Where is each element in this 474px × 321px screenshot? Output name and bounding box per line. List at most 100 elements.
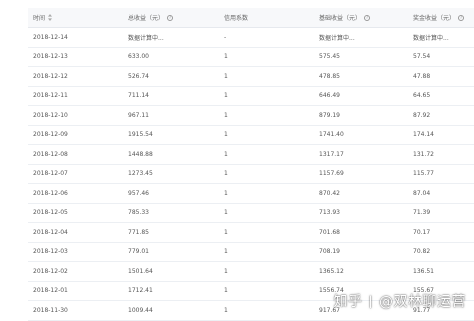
- cell-base: 数据计算中...: [319, 34, 355, 42]
- cell-base: 1741.40: [319, 131, 344, 139]
- info-icon[interactable]: ?: [364, 14, 371, 21]
- cell-total: 957.46: [128, 189, 149, 197]
- watermark-site: 知乎: [333, 294, 363, 310]
- cell-date: 2018-12-13: [33, 53, 68, 61]
- cell-credit: 1: [224, 131, 228, 139]
- cell-total: 1501.64: [128, 267, 153, 275]
- table-row: 2018-12-13 633.00 1 575.45 57.54: [28, 48, 474, 67]
- table-row: 2018-12-05 785.33 1 713.93 71.39: [28, 204, 474, 223]
- cell-total: 526.74: [128, 72, 149, 80]
- cell-credit: -: [224, 33, 227, 41]
- cell-bonus: 71.39: [413, 209, 431, 217]
- cell-date: 2018-12-05: [33, 209, 68, 217]
- cell-total: 785.33: [128, 209, 149, 217]
- cell-date: 2018-12-07: [33, 170, 68, 178]
- cell-total: 711.14: [128, 92, 149, 100]
- cell-credit: 1: [224, 248, 228, 256]
- cell-bonus: 70.17: [413, 228, 431, 236]
- header-credit-label: 信用系数: [224, 15, 249, 22]
- cell-total: 1915.54: [128, 131, 153, 139]
- cell-bonus: 70.82: [413, 248, 431, 256]
- cell-base: 708.19: [319, 248, 340, 256]
- watermark-separator: |: [368, 294, 373, 308]
- header-time-label: 时间: [33, 15, 46, 22]
- cell-bonus: 87.92: [413, 111, 431, 119]
- table-row: 2018-12-11 711.14 1 646.49 64.65: [28, 87, 474, 106]
- table-row: 2018-12-03 779.01 1 708.19 70.82: [28, 243, 474, 262]
- cell-credit: 1: [224, 53, 228, 61]
- cell-base: 1365.12: [319, 267, 344, 275]
- cell-credit: 1: [224, 228, 228, 236]
- cell-credit: 1: [224, 92, 228, 100]
- header-credit: 信用系数: [224, 8, 248, 27]
- cell-date: 2018-12-10: [33, 111, 68, 119]
- table-row: 2018-12-04 771.85 1 701.68 70.17: [28, 223, 474, 243]
- cell-credit: 1: [224, 111, 228, 119]
- cell-date: 2018-12-09: [33, 131, 68, 139]
- cell-date: 2018-12-11: [33, 92, 68, 100]
- info-icon[interactable]: ?: [167, 14, 174, 21]
- table-row: 2018-12-08 1448.88 1 1317.17 131.72: [28, 145, 474, 165]
- table-row: 2018-12-06 957.46 1 870.42 87.04: [28, 184, 474, 204]
- header-base-label: 基础收益（元）: [319, 15, 362, 22]
- cell-bonus: 136.51: [413, 267, 434, 275]
- cell-date: 2018-12-01: [33, 287, 68, 295]
- cell-date: 2018-12-03: [33, 248, 68, 256]
- info-icon[interactable]: ?: [458, 14, 465, 21]
- cell-date: 2018-12-12: [33, 72, 68, 80]
- sort-icon[interactable]: [48, 14, 53, 21]
- cell-date: 2018-12-08: [33, 150, 68, 158]
- cell-total: 数据计算中...: [128, 34, 164, 42]
- cell-date: 2018-12-04: [33, 228, 68, 236]
- cell-base: 1317.17: [319, 150, 344, 158]
- cell-credit: 1: [224, 209, 228, 217]
- cell-base: 1157.69: [319, 170, 344, 178]
- table-row: 2018-12-12 526.74 1 478.85 47.88: [28, 67, 474, 87]
- cell-bonus: 47.88: [413, 72, 431, 80]
- cell-bonus: 64.65: [413, 92, 431, 100]
- cell-total: 1273.45: [128, 170, 153, 178]
- watermark-author: @双林聊运营: [379, 294, 466, 310]
- header-total-label: 总收益（元）: [128, 15, 165, 22]
- cell-base: 575.45: [319, 53, 340, 61]
- cell-base: 701.68: [319, 228, 340, 236]
- header-bonus: 奖金收益（元） ?: [413, 8, 465, 27]
- cell-credit: 1: [224, 287, 228, 295]
- cell-total: 967.11: [128, 111, 149, 119]
- cell-bonus: 数据计算中...: [413, 34, 449, 42]
- cell-credit: 1: [224, 150, 228, 158]
- header-bonus-label: 奖金收益（元）: [413, 15, 456, 22]
- cell-bonus: 131.72: [413, 150, 434, 158]
- table-row: 2018-12-14 数据计算中... - 数据计算中... 数据计算中...: [28, 28, 474, 48]
- cell-credit: 1: [224, 170, 228, 178]
- table-row: 2018-12-07 1273.45 1 1157.69 115.77: [28, 165, 474, 184]
- earnings-table: 时间 总收益（元） ? 信用系数 基础收益（元） ? 奖金收益（元） ? 201…: [28, 8, 474, 321]
- cell-base: 870.42: [319, 189, 340, 197]
- cell-date: 2018-12-06: [33, 189, 68, 197]
- cell-bonus: 174.14: [413, 131, 434, 139]
- cell-base: 478.85: [319, 72, 340, 80]
- cell-credit: 1: [224, 189, 228, 197]
- cell-credit: 1: [224, 72, 228, 80]
- cell-base: 713.93: [319, 209, 340, 217]
- cell-date: 2018-12-14: [33, 33, 68, 41]
- header-time[interactable]: 时间: [33, 8, 53, 27]
- watermark: 知乎 | @双林聊运营: [333, 291, 466, 311]
- table-header: 时间 总收益（元） ? 信用系数 基础收益（元） ? 奖金收益（元） ?: [28, 8, 474, 28]
- cell-bonus: 57.54: [413, 53, 431, 61]
- cell-total: 779.01: [128, 248, 149, 256]
- header-base: 基础收益（元） ?: [319, 8, 371, 27]
- cell-credit: 1: [224, 267, 228, 275]
- table-row: 2018-12-02 1501.64 1 1365.12 136.51: [28, 262, 474, 282]
- table-row: 2018-12-09 1915.54 1 1741.40 174.14: [28, 126, 474, 145]
- cell-base: 646.49: [319, 92, 340, 100]
- table-body: 2018-12-14 数据计算中... - 数据计算中... 数据计算中... 2018-…: [28, 28, 474, 321]
- header-total: 总收益（元） ?: [128, 8, 174, 27]
- cell-total: 771.85: [128, 228, 149, 236]
- cell-bonus: 115.77: [413, 170, 434, 178]
- cell-base: 879.19: [319, 111, 340, 119]
- cell-total: 1712.41: [128, 287, 153, 295]
- cell-bonus: 87.04: [413, 189, 431, 197]
- table-row: 2018-12-10 967.11 1 879.19 87.92: [28, 106, 474, 126]
- cell-total: 1448.88: [128, 150, 153, 158]
